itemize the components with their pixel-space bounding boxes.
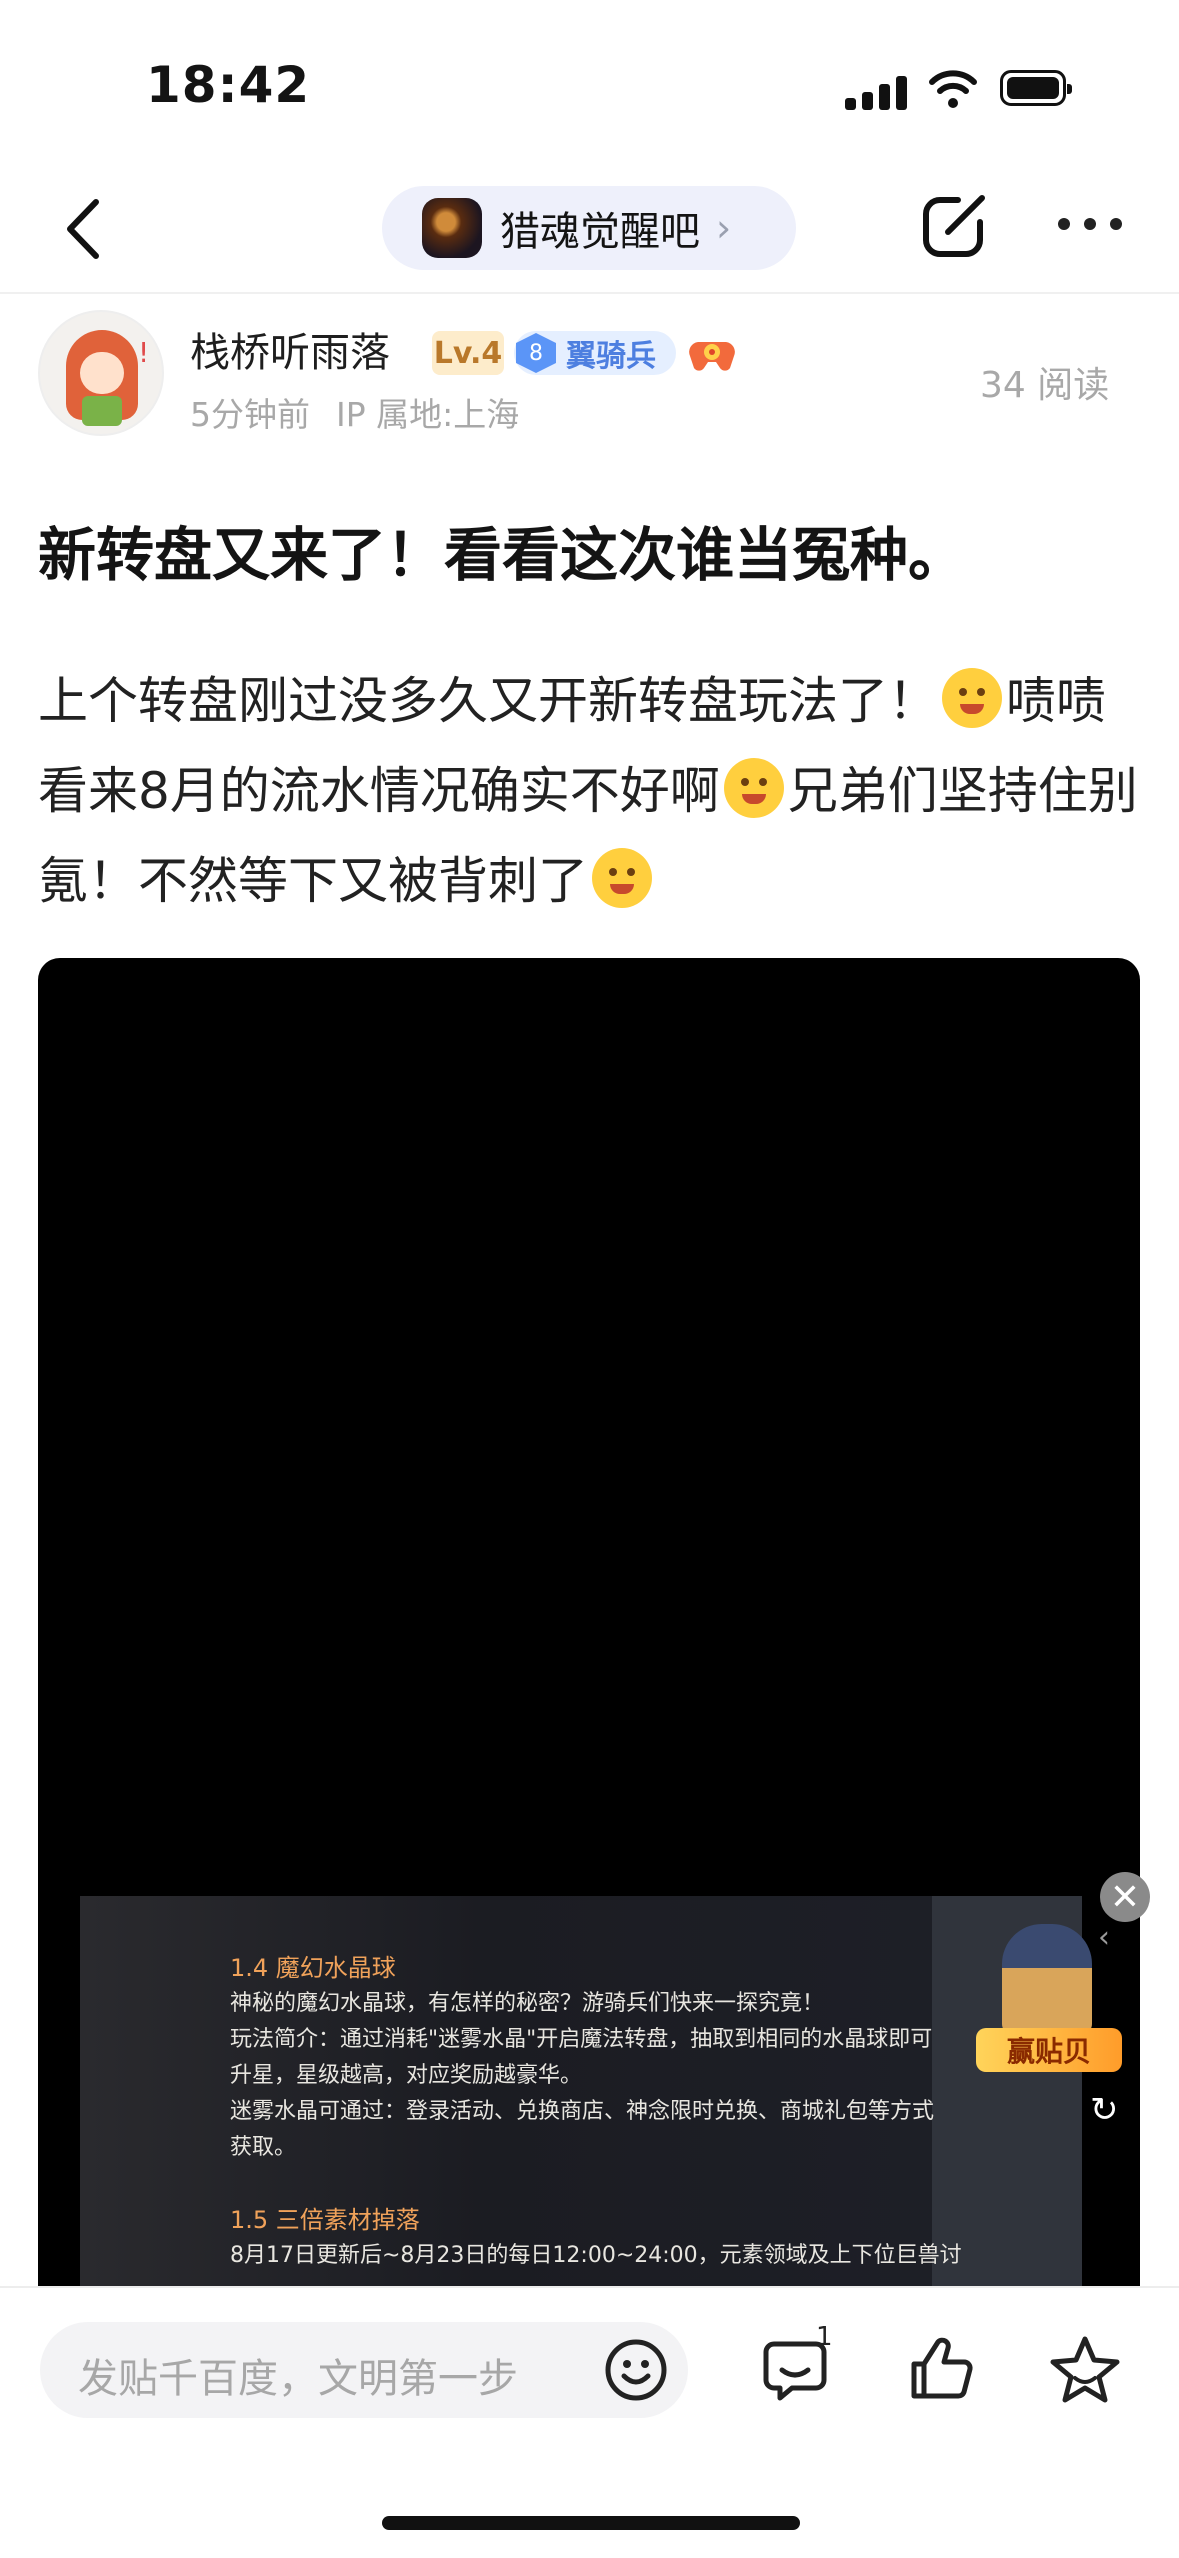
wifi-icon: [929, 70, 977, 108]
close-icon[interactable]: ✕: [1100, 1872, 1150, 1922]
pip-heading: 1.5 三倍素材掉落: [230, 2206, 420, 2234]
pip-line: 8月17日更新后~8月23日的每日12:00~24:00，元素领域及上下位巨兽讨: [230, 2243, 962, 2268]
home-indicator: [382, 2516, 800, 2530]
promo-label: 赢贴贝: [976, 2028, 1122, 2072]
pip-line: 迷雾水晶可通过：登录活动、兑换商店、神念限时兑换、商城礼包等方式: [230, 2099, 935, 2124]
pip-line: 获取。: [230, 2135, 297, 2160]
post-time: 5分钟前: [190, 395, 310, 434]
read-count: 34 阅读: [980, 365, 1110, 406]
divider: [0, 292, 1179, 294]
cellular-signal-icon: [845, 74, 907, 110]
star-icon[interactable]: [1048, 2334, 1122, 2404]
rank-number: 8: [516, 333, 556, 373]
yummy-emoji-icon: [942, 668, 1002, 728]
thumbs-up-icon[interactable]: [906, 2334, 976, 2404]
battery-icon: [1000, 70, 1072, 106]
refresh-icon[interactable]: ↻: [1090, 2090, 1119, 2130]
post-title: 新转盘又来了！看看这次谁当冤种。: [38, 521, 967, 589]
share-edit-icon[interactable]: [918, 188, 992, 262]
ip-location: IP 属地:上海: [336, 395, 520, 434]
level-badge: Lv.4: [432, 331, 504, 375]
emoji-icon[interactable]: [604, 2338, 668, 2402]
more-options-icon[interactable]: [1058, 218, 1122, 232]
back-chevron-icon[interactable]: [58, 196, 108, 262]
comment-count: 1: [816, 2322, 833, 2352]
forum-name: 猎魂觉醒吧: [500, 209, 700, 255]
gamepad-icon: [689, 342, 735, 371]
status-time: 18:42: [146, 56, 311, 114]
author-username[interactable]: 栈桥听雨落: [190, 320, 390, 378]
pip-line: 升星，星级越高，对应奖励越豪华。: [230, 2063, 583, 2088]
promo-banner[interactable]: 赢贴贝: [976, 1924, 1122, 2072]
rank-badge: 8 翼骑兵: [514, 331, 676, 375]
reply-input-placeholder[interactable]: 发贴千百度，文明第一步: [78, 2346, 518, 2404]
pip-heading: 1.4 魔幻水晶球: [230, 1954, 396, 1982]
forum-avatar: [422, 198, 482, 258]
post-body: 上个转盘刚过没多久又开新转盘玩法了！ 啧啧看来8月的流水情况确实不好啊 兄弟们坚持住…: [38, 656, 1148, 926]
video-pip-frame[interactable]: 1.4 魔幻水晶球 神秘的魔幻水晶球，有怎样的秘密？游骑兵们快来一探究竟！ 玩法…: [80, 1896, 1082, 2298]
promo-character: [1002, 1924, 1092, 2034]
forum-chevron-icon: ›: [716, 206, 732, 250]
rank-title: 翼骑兵: [566, 339, 656, 374]
cover-mouth-emoji-icon: [723, 758, 784, 818]
grin-emoji-icon: [592, 848, 652, 908]
post-body-text: 上个转盘刚过没多久又开新转盘玩法了！: [38, 672, 938, 730]
pip-line: 玩法简介：通过消耗"迷雾水晶"开启魔法转盘，抽取到相同的水晶球即可: [230, 2027, 933, 2052]
pip-line: 神秘的魔幻水晶球，有怎样的秘密？游骑兵们快来一探究竟！: [230, 1991, 825, 2016]
forum-entry-button[interactable]: 猎魂觉醒吧 ›: [382, 186, 796, 270]
post-meta: 5分钟前 IP 属地:上海: [190, 388, 519, 436]
avatar[interactable]: !: [38, 310, 164, 436]
